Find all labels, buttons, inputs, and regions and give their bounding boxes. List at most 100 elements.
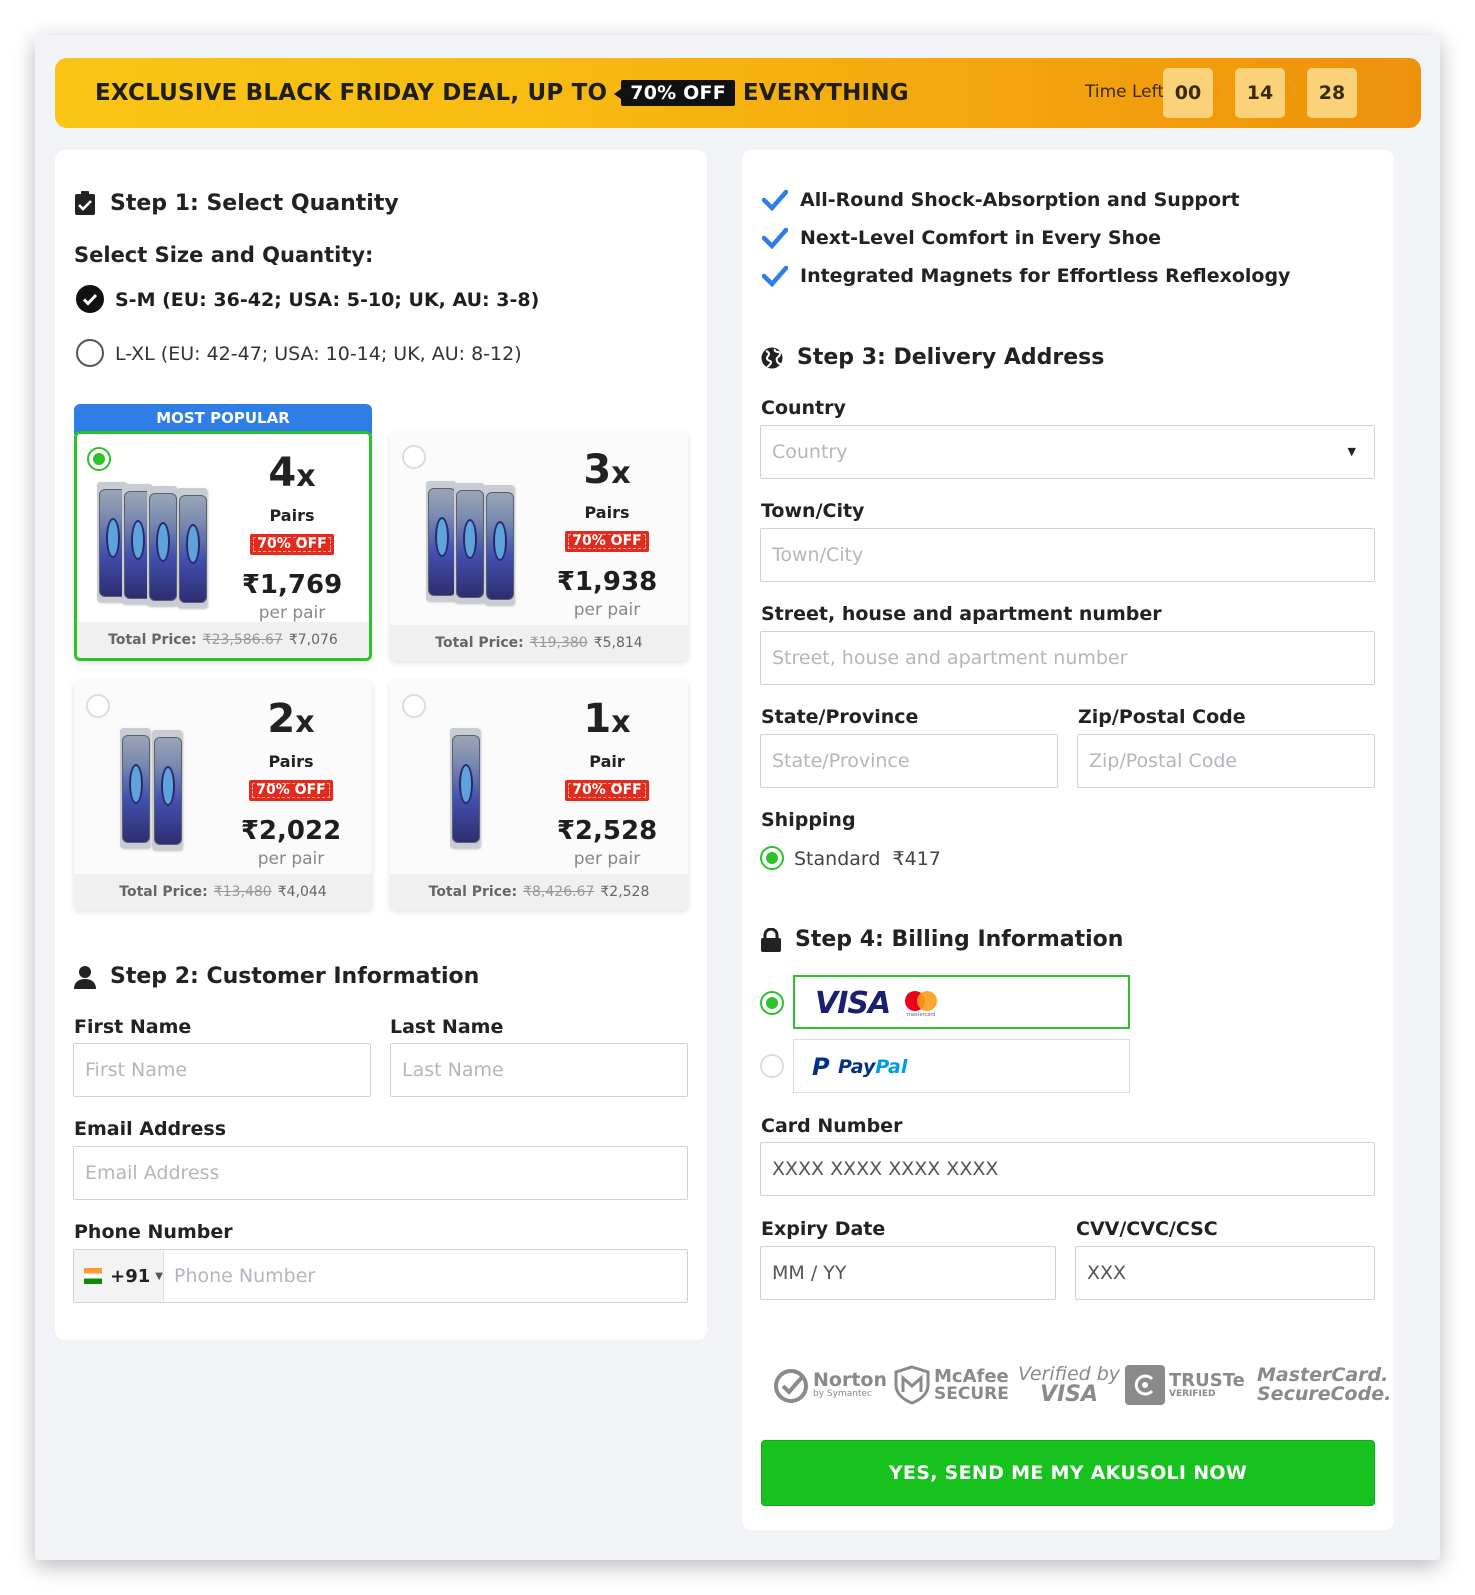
checkmark-icon: [762, 227, 788, 249]
phone-field[interactable]: +91 ▼ Phone Number: [73, 1249, 688, 1303]
feature-text: Integrated Magnets for Effortless Reflex…: [800, 265, 1291, 287]
street-input[interactable]: Street, house and apartment number: [760, 631, 1375, 685]
size-lxl-label[interactable]: L-XL (EU: 42-47; USA: 10-14; UK, AU: 8-1…: [115, 343, 522, 365]
payment-card-radio[interactable]: [760, 991, 784, 1015]
user-icon: [74, 965, 96, 989]
checkmark-icon: [762, 189, 788, 211]
insole-graphic: [149, 493, 177, 601]
paypal-icon: P: [812, 1053, 830, 1081]
timer-separator: :: [1291, 80, 1299, 101]
norton-check-icon: [774, 1369, 808, 1403]
email-input[interactable]: Email Address: [73, 1146, 688, 1200]
offer-radio[interactable]: [86, 694, 110, 718]
mastercard-wordmark: mastercard: [907, 1012, 936, 1018]
offer-card-1x[interactable]: 1x Pair 70% OFF ₹2,528 per pair Total Pr…: [390, 680, 688, 910]
payment-option-paypal[interactable]: P PayPal: [793, 1039, 1130, 1093]
size-sm-radio[interactable]: [76, 285, 104, 313]
verified-by-text: Verified by: [1018, 1362, 1121, 1385]
offer-unit: Pairs: [584, 503, 630, 522]
feature-item: All-Round Shock-Absorption and Support: [762, 189, 1240, 211]
offer-radio[interactable]: [87, 447, 111, 471]
state-input[interactable]: State/Province: [760, 734, 1058, 788]
step4-heading: Step 4: Billing Information: [761, 927, 1123, 952]
country-placeholder: Country: [772, 441, 848, 463]
mcafee-text: McAfee: [934, 1365, 1009, 1387]
mc-securecode-subtext: SecureCode.: [1257, 1383, 1392, 1405]
phone-label: Phone Number: [74, 1221, 233, 1243]
banner-text: EXCLUSIVE BLACK FRIDAY DEAL, UP TO: [95, 80, 608, 106]
insole-graphic: [456, 490, 484, 598]
time-left-label: Time Left: [1085, 82, 1164, 102]
expiry-input[interactable]: MM / YY: [760, 1246, 1056, 1300]
most-popular-badge: MOST POPULAR: [74, 404, 372, 434]
mcafee-subtext: SECURE: [934, 1383, 1009, 1404]
shipping-label: Shipping: [761, 809, 856, 831]
offer-unit: Pairs: [268, 752, 314, 771]
total-price-row: Total Price: ₹19,380 ₹5,814: [390, 625, 688, 661]
step2-title: Step 2: Customer Information: [110, 964, 480, 989]
discount-badge: 70% OFF: [565, 780, 649, 801]
truste-subtext: VERIFIED: [1169, 1388, 1216, 1399]
lock-icon: [761, 927, 781, 952]
mastercard-logo-circle: [917, 991, 937, 1011]
cvv-label: CVV/CVC/CSC: [1076, 1218, 1218, 1240]
last-name-input[interactable]: Last Name: [390, 1043, 688, 1097]
offer-radio[interactable]: [402, 445, 426, 469]
shipping-standard-label[interactable]: Standard ₹417: [794, 848, 941, 870]
banner-headline: EXCLUSIVE BLACK FRIDAY DEAL, UP TO 70% O…: [95, 80, 909, 106]
size-lxl-radio[interactable]: [76, 339, 104, 367]
clipboard-check-icon: [74, 190, 96, 216]
card-number-label: Card Number: [761, 1115, 903, 1137]
offer-unit: Pair: [589, 752, 625, 771]
state-label: State/Province: [761, 706, 919, 728]
feature-item: Integrated Magnets for Effortless Reflex…: [762, 265, 1290, 287]
first-name-input[interactable]: First Name: [73, 1043, 371, 1097]
feature-item: Next-Level Comfort in Every Shoe: [762, 227, 1161, 249]
city-label: Town/City: [761, 500, 865, 522]
per-pair-label: per pair: [573, 849, 641, 869]
discount-badge: 70% OFF: [565, 531, 649, 552]
step1-title: Step 1: Select Quantity: [110, 190, 399, 216]
offer-card-4x[interactable]: 4x Pairs 70% OFF ₹1,769 per pair Total P…: [74, 431, 372, 661]
country-label: Country: [761, 397, 846, 419]
card-number-input[interactable]: XXXX XXXX XXXX XXXX: [760, 1142, 1375, 1196]
verified-by-visa-badge: Verified by VISA: [1018, 1360, 1120, 1410]
feature-text: All-Round Shock-Absorption and Support: [800, 189, 1240, 211]
country-code-selector[interactable]: +91 ▼: [74, 1250, 164, 1302]
banner-text-end: EVERYTHING: [742, 80, 909, 106]
norton-subtext: by Symantec: [813, 1389, 872, 1399]
payment-paypal-radio[interactable]: [760, 1054, 784, 1078]
shipping-standard-radio[interactable]: [760, 846, 784, 870]
globe-icon: [761, 347, 783, 369]
country-code: +91: [110, 1265, 151, 1287]
truste-badge: TRUSTe VERIFIED: [1125, 1360, 1245, 1410]
city-input[interactable]: Town/City: [760, 528, 1375, 582]
phone-input[interactable]: Phone Number: [164, 1265, 315, 1287]
mcafee-badge: McAfee SECURE: [893, 1360, 1009, 1410]
last-name-label: Last Name: [390, 1016, 504, 1038]
offer-radio[interactable]: [402, 694, 426, 718]
submit-order-button[interactable]: YES, SEND ME MY AKUSOLI NOW: [761, 1440, 1375, 1506]
size-sm-label[interactable]: S-M (EU: 36-42; USA: 5-10; UK, AU: 3-8): [115, 289, 539, 311]
step1-heading: Step 1: Select Quantity: [74, 190, 399, 216]
offer-quantity: 4x: [268, 450, 316, 496]
offer-card-2x[interactable]: 2x Pairs 70% OFF ₹2,022 per pair Total P…: [74, 680, 372, 910]
payment-option-card[interactable]: VISA mastercard: [793, 975, 1130, 1029]
discount-badge: 70% OFF: [249, 780, 333, 801]
offer-card-3x[interactable]: 3x Pairs 70% OFF ₹1,938 per pair Total P…: [390, 431, 688, 661]
step3-title: Step 3: Delivery Address: [797, 345, 1105, 370]
per-pair-label: per pair: [257, 849, 325, 869]
first-name-label: First Name: [74, 1016, 192, 1038]
insole-graphic: [486, 492, 514, 600]
discount-badge: 70% OFF: [250, 534, 334, 555]
banner-discount-pill: 70% OFF: [614, 80, 735, 106]
cvv-input[interactable]: XXX: [1075, 1246, 1375, 1300]
street-label: Street, house and apartment number: [761, 603, 1162, 625]
timer-seconds: 28: [1307, 68, 1357, 118]
zip-input[interactable]: Zip/Postal Code: [1077, 734, 1375, 788]
country-select[interactable]: Country ▼: [760, 425, 1375, 479]
insole-graphic: [122, 735, 150, 843]
verified-visa-text: VISA: [1039, 1381, 1099, 1407]
offer-price: ₹1,938: [556, 567, 658, 597]
dropdown-arrow-icon: ▼: [155, 1270, 163, 1282]
